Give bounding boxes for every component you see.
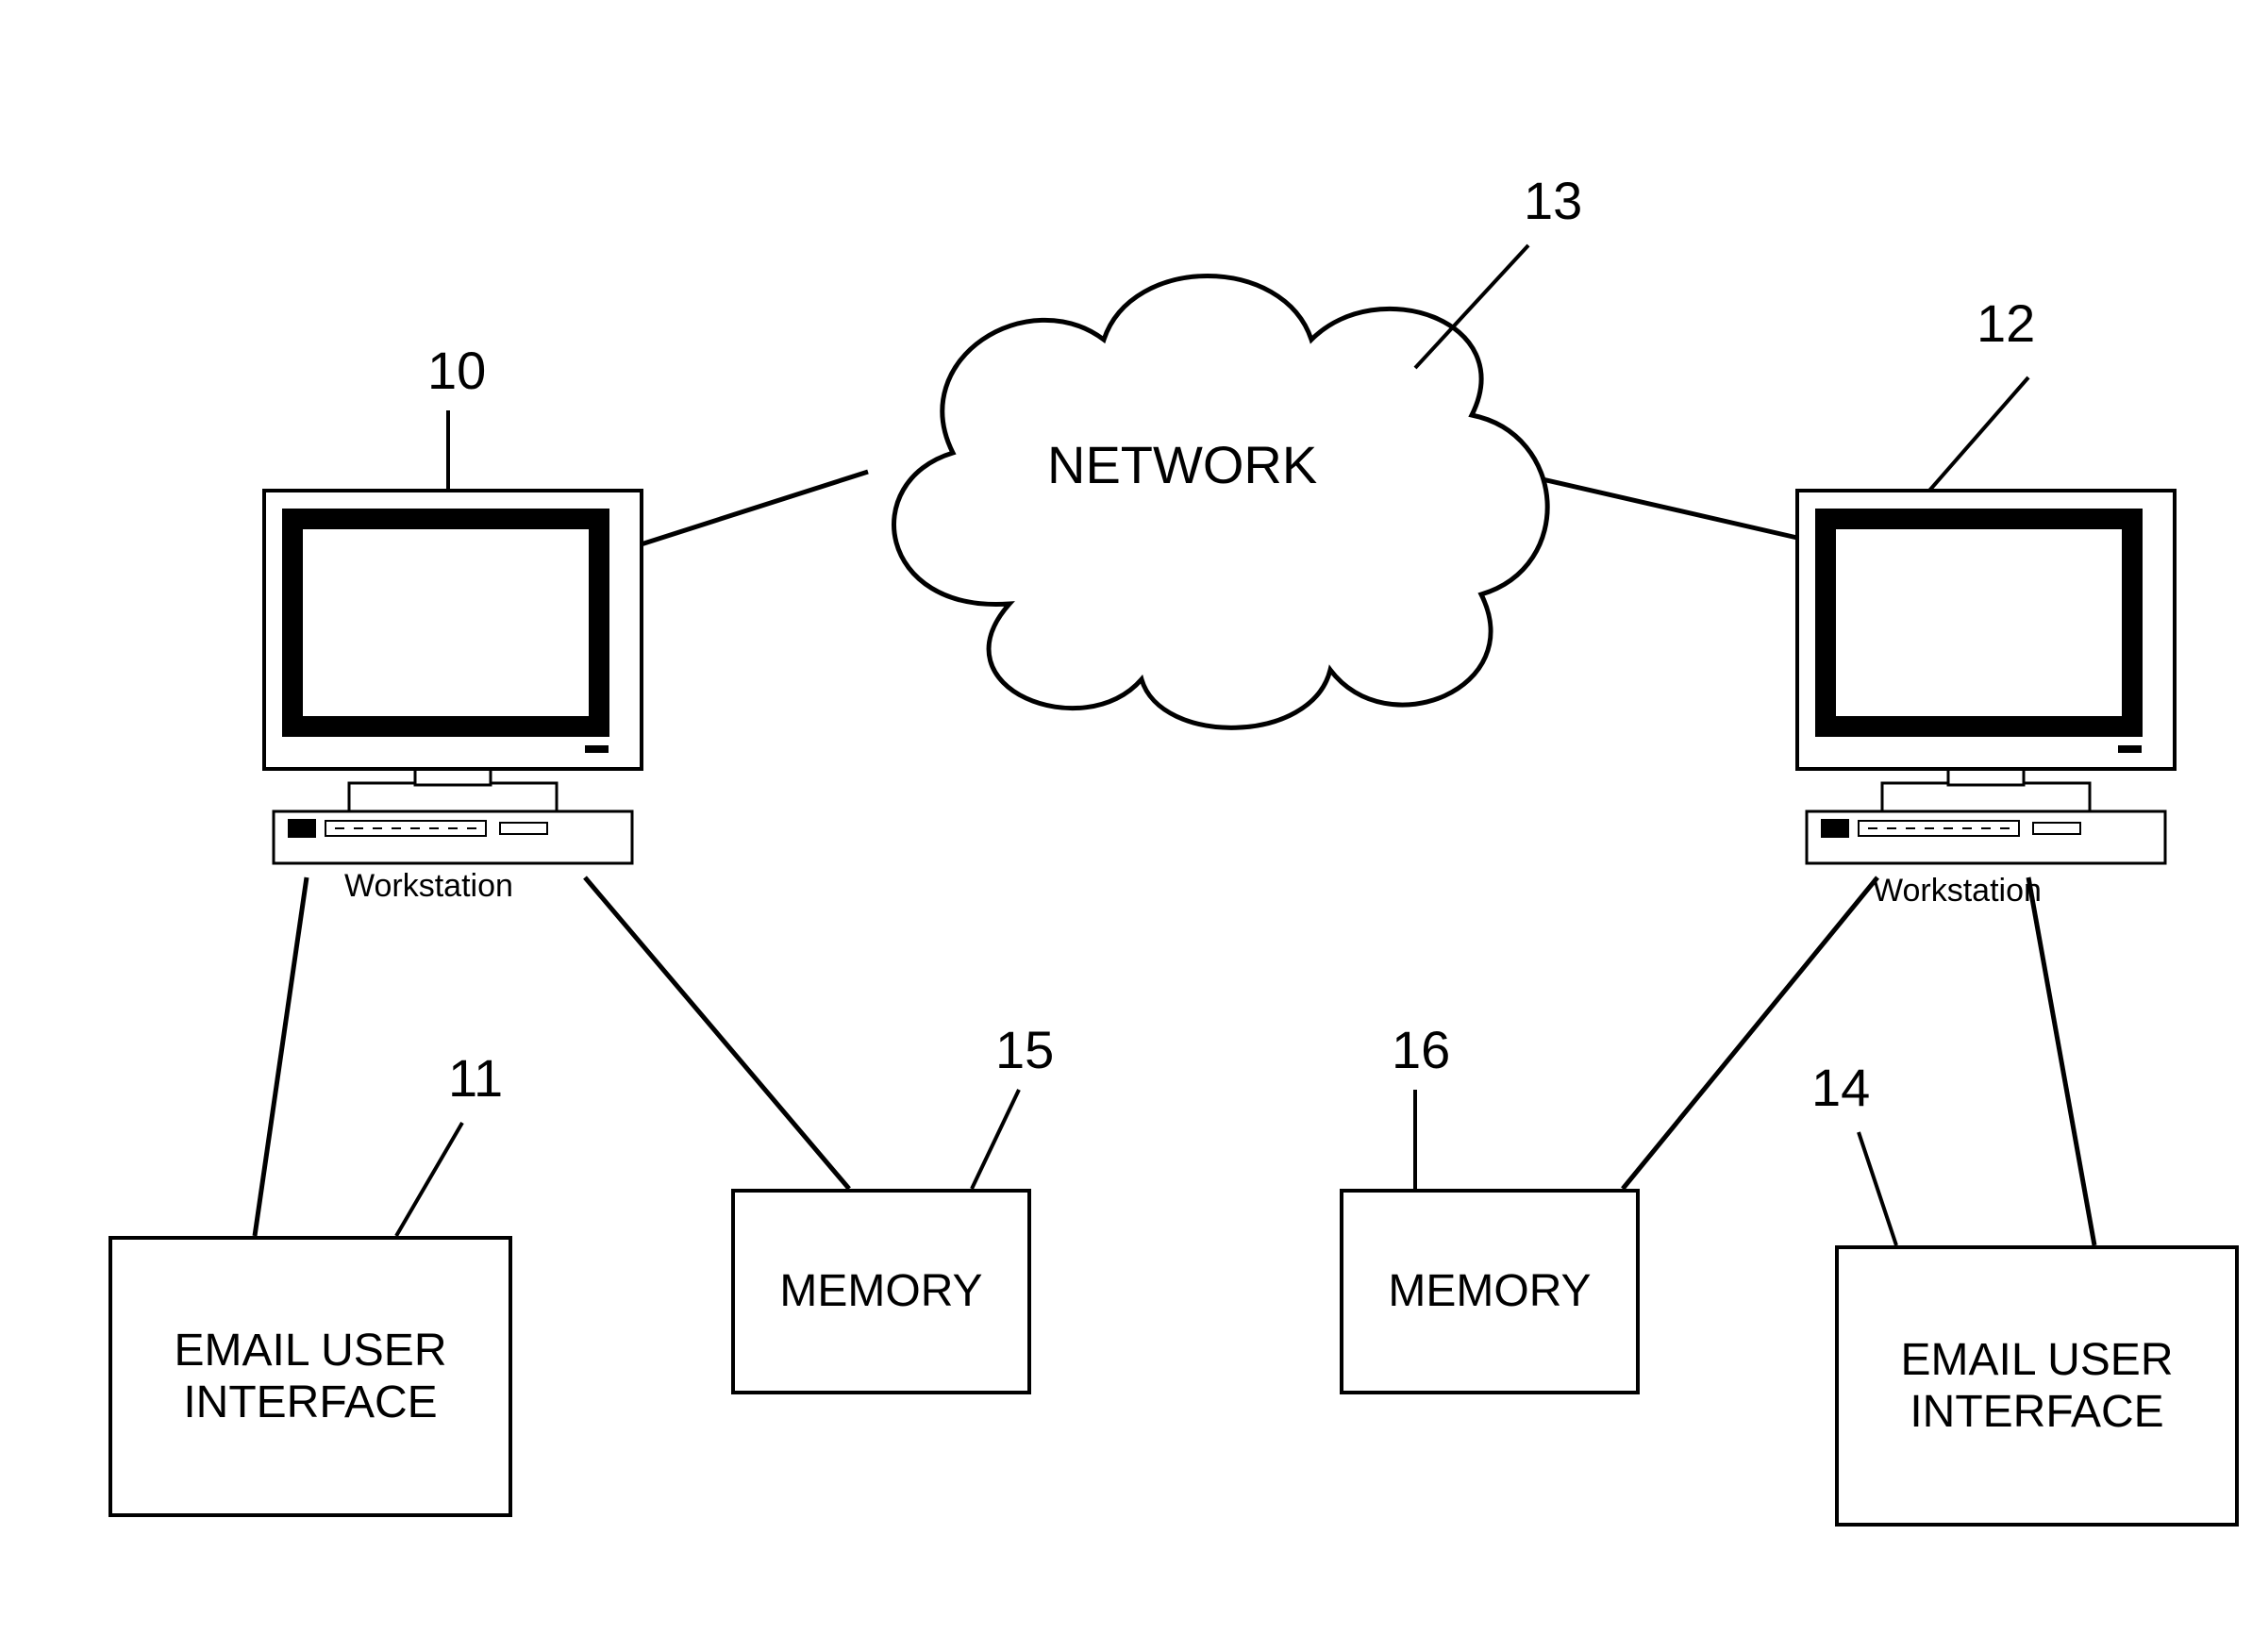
ref-13: 13: [1524, 170, 1582, 231]
workstation-left-icon: [255, 481, 651, 877]
ref-10: 10: [427, 340, 486, 401]
email-ui-right-box: EMAIL USER INTERFACE: [1835, 1245, 2239, 1527]
ref-12: 12: [1977, 292, 2035, 354]
memory-left-box: MEMORY: [731, 1189, 1031, 1394]
email-ui-right-line1: EMAIL USER: [1901, 1335, 2174, 1385]
ref-14: 14: [1811, 1057, 1870, 1118]
memory-left-label: MEMORY: [779, 1265, 982, 1317]
workstation-right-label: Workstation: [1873, 873, 2042, 909]
memory-right-box: MEMORY: [1340, 1189, 1640, 1394]
diagram-canvas: NETWORK 10 12 13 11 15 16 14: [0, 0, 2252, 1652]
ref-16: 16: [1392, 1019, 1450, 1080]
workstation-right-icon: [1788, 481, 2184, 877]
email-ui-left-line1: EMAIL USER: [175, 1326, 447, 1376]
workstation-left-label: Workstation: [344, 868, 513, 905]
ref-11: 11: [448, 1047, 503, 1109]
email-ui-right-line2: INTERFACE: [1910, 1387, 2163, 1437]
email-ui-left-box: EMAIL USER INTERFACE: [108, 1236, 512, 1517]
email-ui-left-line2: INTERFACE: [183, 1377, 437, 1427]
email-ui-left-label: EMAIL USER INTERFACE: [175, 1325, 447, 1428]
email-ui-right-label: EMAIL USER INTERFACE: [1901, 1334, 2174, 1438]
memory-right-label: MEMORY: [1388, 1265, 1591, 1317]
ref-15: 15: [995, 1019, 1054, 1080]
